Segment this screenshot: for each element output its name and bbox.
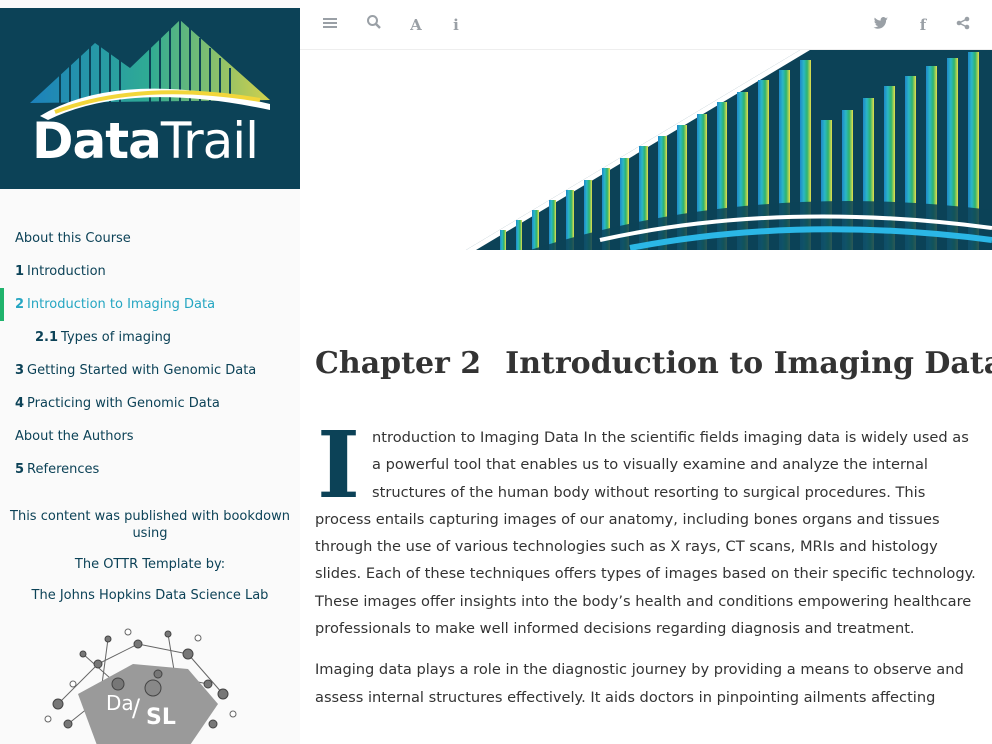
toc-item-label: Practicing with Genomic Data [27, 396, 220, 411]
intro-paragraph: Introduction to Imaging Data In the scie… [315, 411, 980, 642]
toc-item-about-authors[interactable]: About the Authors [0, 420, 300, 453]
toc-item-number: 2 [15, 297, 25, 312]
book-toolbar: A i f [300, 0, 992, 50]
sidebar-credits: This content was published with bookdown… [0, 508, 300, 604]
second-paragraph: Imaging data plays a role in the diagnos… [315, 661, 964, 706]
logo-part-trail: Trail [160, 112, 259, 170]
toc-item-number: 1 [15, 264, 25, 279]
toc-item-label: About the Authors [15, 429, 134, 444]
toc-item-number: 4 [15, 396, 25, 411]
info-icon[interactable]: i [446, 14, 466, 36]
drop-cap: I [317, 411, 361, 519]
toc-item-imaging-data[interactable]: 2 Introduction to Imaging Data [0, 288, 300, 321]
chapter-title: Chapter 2 Introduction to Imaging Data [315, 342, 992, 386]
banner-graphic [466, 50, 992, 250]
datatrail-logo[interactable]: DataTrail [0, 8, 300, 189]
toc-item-number: 2.1 [35, 330, 59, 345]
menu-icon[interactable] [320, 14, 340, 36]
dasl-text-sl: SL [146, 705, 176, 730]
dasl-logo[interactable]: Da / SL [38, 624, 242, 744]
toc-item-label: Types of imaging [61, 330, 172, 345]
chapter-banner [300, 50, 992, 250]
facebook-icon[interactable]: f [913, 14, 933, 36]
logo-wordmark: DataTrail [32, 112, 259, 170]
chapter-title-text: Introduction to Imaging Data [505, 346, 992, 381]
toc-item-getting-started[interactable]: 3 Getting Started with Genomic Data [0, 354, 300, 387]
toc-item-label: Getting Started with Genomic Data [27, 363, 257, 378]
intro-paragraph-text: ntroduction to Imaging Data In the scien… [315, 429, 976, 638]
toc-item-introduction[interactable]: 1 Introduction [0, 255, 300, 288]
main-content: Chapter 2 Introduction to Imaging Data In… [315, 342, 992, 711]
share-icon[interactable] [953, 14, 973, 36]
dasl-slash: / [132, 694, 141, 722]
toc-item-label: Introduction [27, 264, 106, 279]
toc-item-references[interactable]: 5 References [0, 453, 300, 486]
toc-item-practicing[interactable]: 4 Practicing with Genomic Data [0, 387, 300, 420]
twitter-icon[interactable] [871, 14, 891, 36]
toc-item-label: Introduction to Imaging Data [27, 297, 216, 312]
toc-nav: About this Course 1 Introduction 2 Introdu… [0, 222, 300, 486]
ottr-template-link[interactable]: The OTTR Template by: [0, 556, 300, 573]
toc-item-types-of-imaging[interactable]: 2.1 Types of imaging [0, 321, 300, 354]
chapter-number: Chapter 2 [315, 346, 482, 381]
font-icon[interactable]: A [406, 14, 426, 36]
published-with-bookdown-link[interactable]: This content was published with bookdown… [0, 508, 300, 542]
jhu-dasl-link[interactable]: The Johns Hopkins Data Science Lab [0, 587, 300, 604]
logo-part-data: Data [32, 112, 162, 170]
sidebar: DataTrail About this Course 1 Introductio… [0, 0, 300, 744]
search-icon[interactable] [364, 14, 384, 36]
toc-item-number: 5 [15, 462, 25, 477]
toc-item-about-course[interactable]: About this Course [0, 222, 300, 255]
toc-item-label: About this Course [15, 231, 131, 246]
toc-item-number: 3 [15, 363, 25, 378]
dasl-text-da: Da [106, 691, 134, 715]
toc-item-label: References [27, 462, 100, 477]
